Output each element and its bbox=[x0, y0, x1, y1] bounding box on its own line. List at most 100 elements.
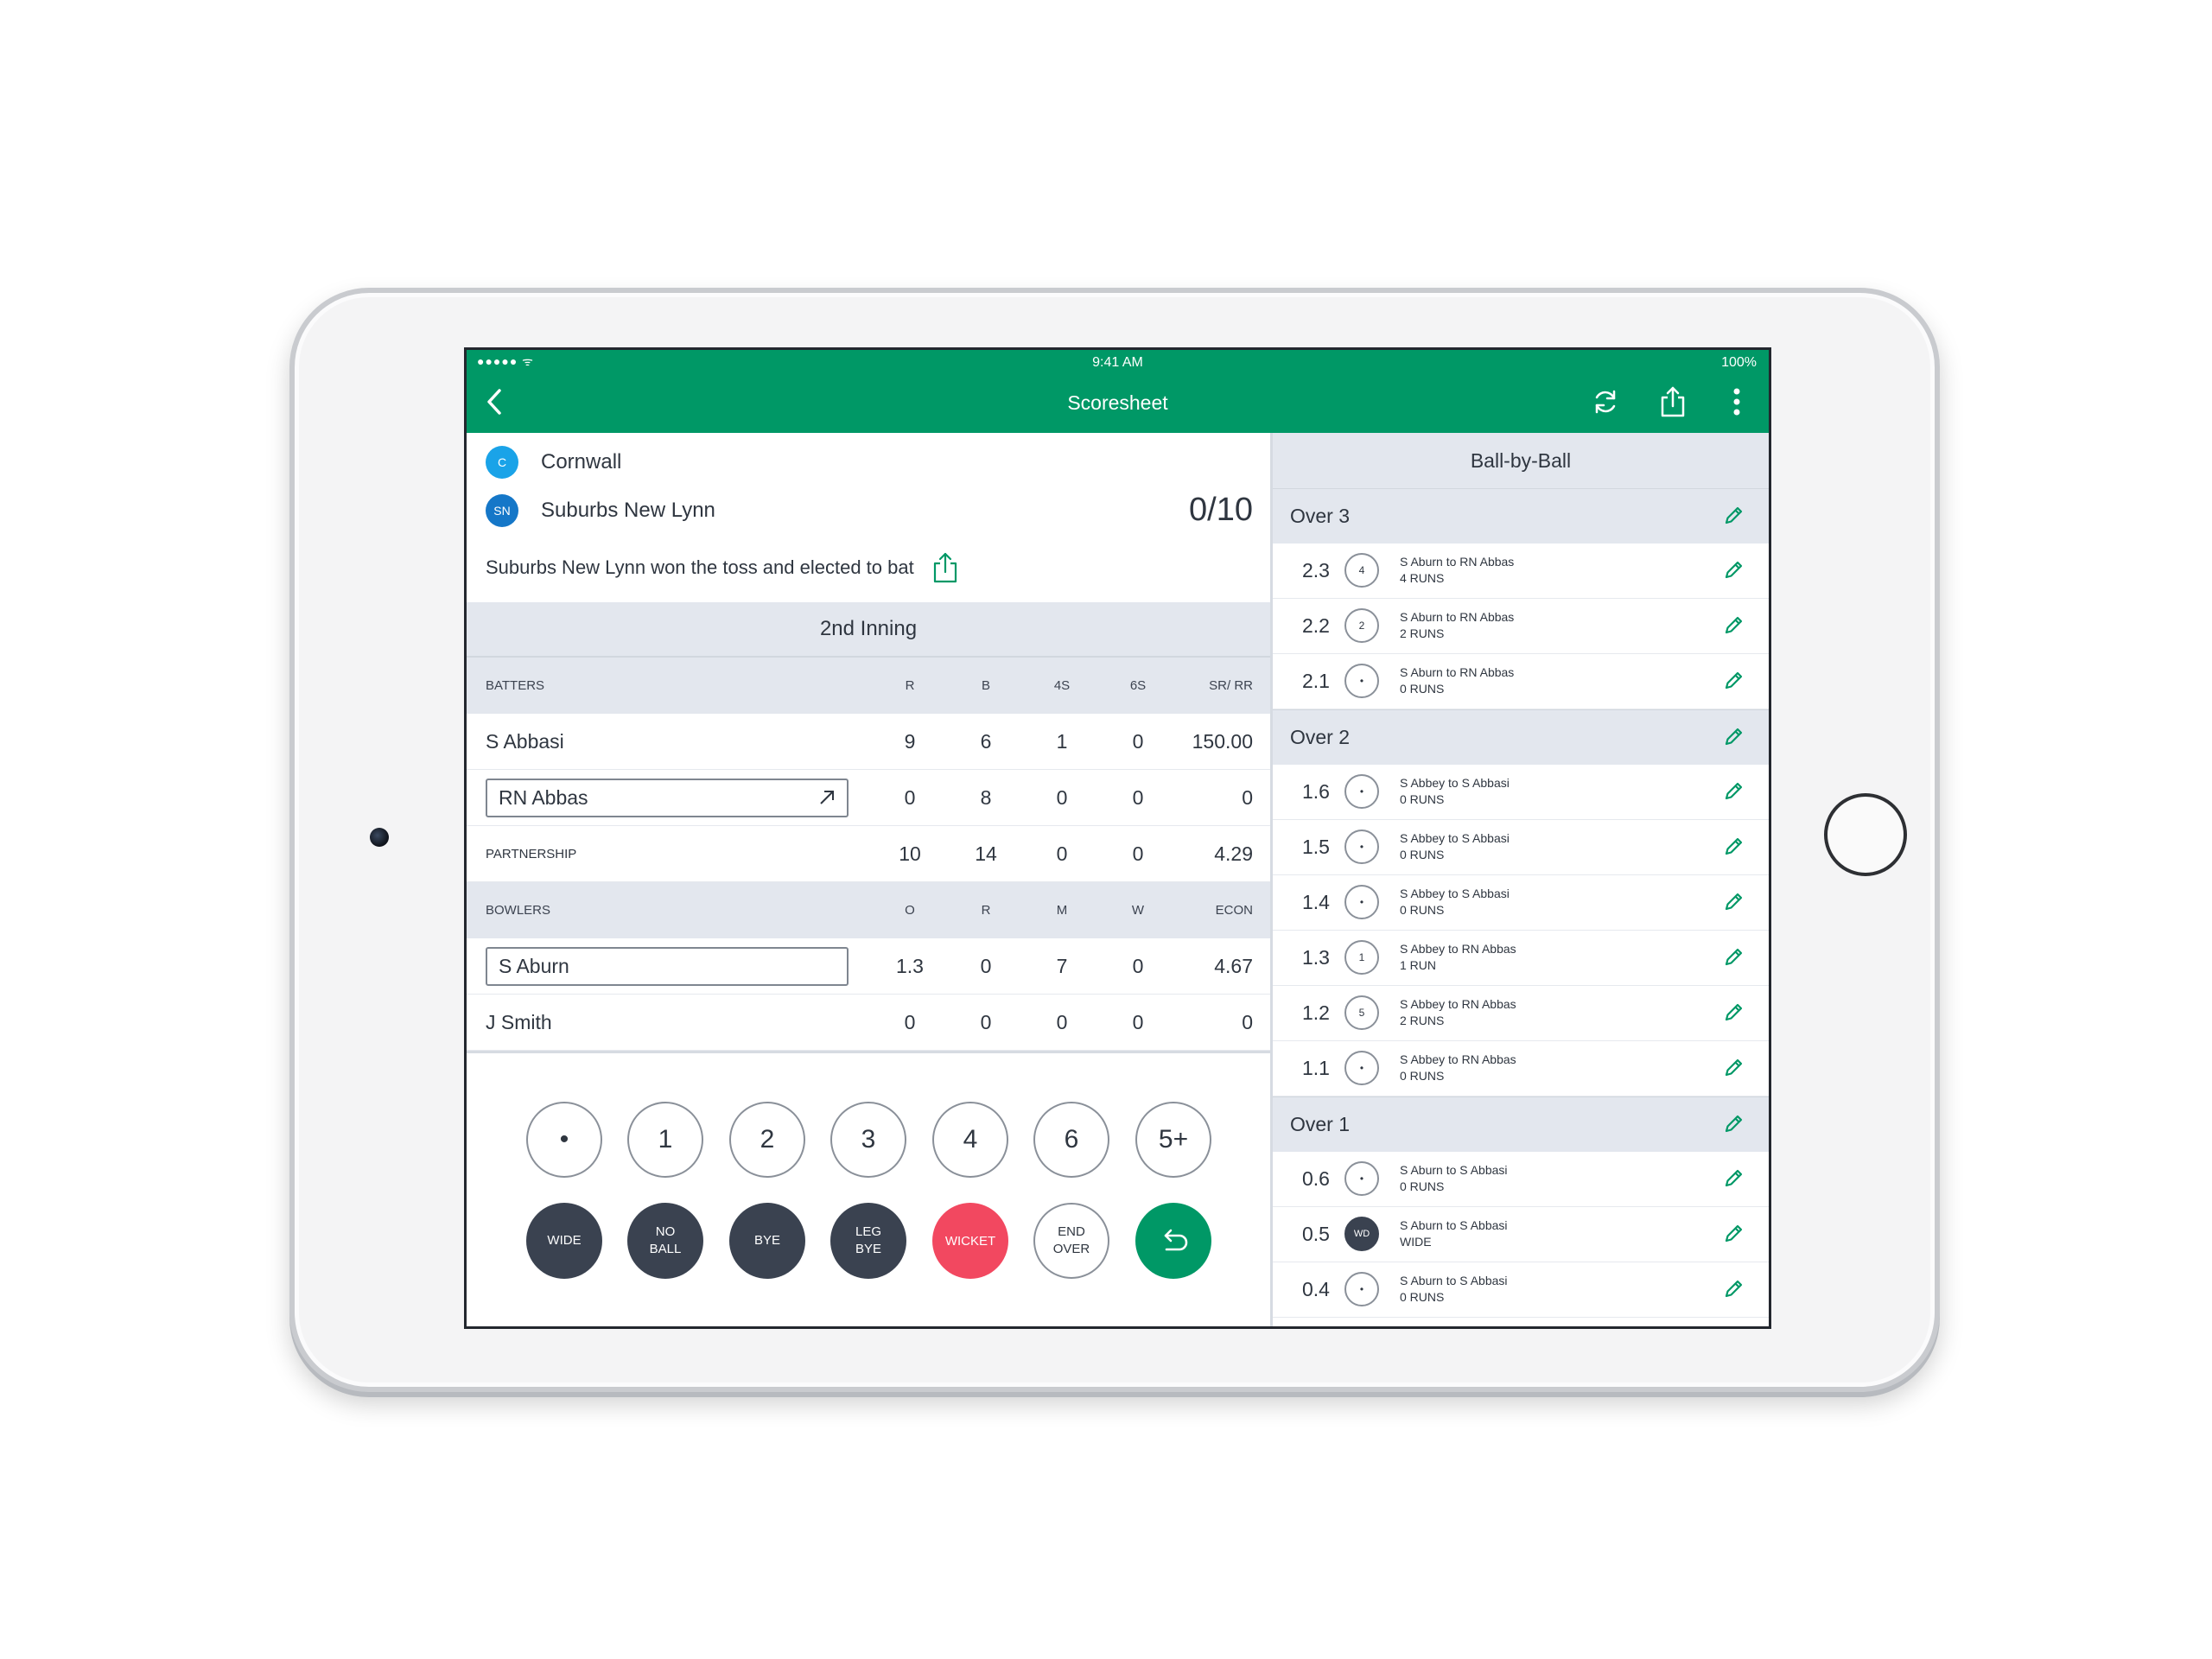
ball-row: 1.3 1 S Abbey to RN Abbas 1 RUN bbox=[1273, 931, 1769, 986]
ball-row: 2.2 2 S Aburn to RN Abbas 2 RUNS bbox=[1273, 599, 1769, 654]
ball-number: 1.3 bbox=[1302, 946, 1330, 969]
edit-icon[interactable] bbox=[1722, 780, 1745, 803]
ball-result-text: WIDE bbox=[1400, 1235, 1432, 1249]
ball-result-marker: 5 bbox=[1344, 995, 1379, 1030]
over-header: Over 3 bbox=[1273, 488, 1769, 543]
current-bowler-field[interactable]: S Aburn bbox=[486, 947, 849, 986]
column-header: R bbox=[905, 678, 915, 693]
front-camera bbox=[370, 828, 389, 847]
ball-result-marker: 4 bbox=[1344, 553, 1379, 588]
edit-icon[interactable] bbox=[1722, 1001, 1745, 1024]
ball-number: 2.3 bbox=[1302, 559, 1330, 582]
ball-bowler-batter: S Abbey to RN Abbas bbox=[1400, 997, 1516, 1011]
batter-name: RN Abbas bbox=[499, 786, 588, 809]
batter-strike-rate: 0 bbox=[1242, 786, 1253, 809]
partnership-runs: 10 bbox=[899, 842, 921, 865]
ball-number: 0.6 bbox=[1302, 1167, 1330, 1190]
home-button[interactable] bbox=[1824, 793, 1907, 876]
edit-icon[interactable] bbox=[1722, 726, 1745, 748]
ball-number: 0.4 bbox=[1302, 1278, 1330, 1300]
striker-field[interactable]: RN Abbas bbox=[486, 779, 849, 817]
over-label: Over 2 bbox=[1290, 726, 1351, 748]
more-options-icon[interactable] bbox=[1718, 383, 1756, 421]
edit-icon[interactable] bbox=[1722, 1057, 1745, 1079]
ball-result-text: 0 RUNS bbox=[1400, 848, 1445, 861]
edit-icon[interactable] bbox=[1722, 505, 1745, 527]
status-bar: ●●●●● ᯤ 9:41 AM 100% bbox=[467, 350, 1769, 374]
ball-result-text: 2 RUNS bbox=[1400, 626, 1445, 640]
wide-button[interactable]: WIDE bbox=[526, 1203, 602, 1279]
ball-bowler-batter: S Aburn to S Abbasi bbox=[1400, 1218, 1508, 1232]
share-icon[interactable] bbox=[930, 550, 961, 585]
ball-description: S Aburn to S Abbasi 0 RUNS bbox=[1400, 1162, 1508, 1195]
ball-row: 1.1 • S Abbey to RN Abbas 0 RUNS bbox=[1273, 1041, 1769, 1096]
ball-row: 0.6 • S Aburn to S Abbasi 0 RUNS bbox=[1273, 1152, 1769, 1207]
edit-icon[interactable] bbox=[1722, 1278, 1745, 1300]
one-run-button[interactable]: 1 bbox=[627, 1102, 703, 1178]
batter-row: RN Abbas 0 8 0 0 0 bbox=[467, 770, 1270, 826]
ball-number: 1.6 bbox=[1302, 780, 1330, 803]
partnership-label: PARTNERSHIP bbox=[486, 847, 577, 861]
edit-icon[interactable] bbox=[1722, 946, 1745, 969]
ball-number: 1.4 bbox=[1302, 891, 1330, 913]
ball-row: 1.4 • S Abbey to S Abbasi 0 RUNS bbox=[1273, 875, 1769, 931]
sync-icon[interactable] bbox=[1586, 383, 1624, 421]
edit-icon[interactable] bbox=[1722, 1223, 1745, 1245]
ball-result-marker: • bbox=[1344, 1051, 1379, 1085]
bye-button[interactable]: BYE bbox=[729, 1203, 805, 1279]
six-runs-button[interactable]: 6 bbox=[1033, 1102, 1109, 1178]
inning-header: 2nd Inning bbox=[467, 602, 1270, 658]
two-runs-button[interactable]: 2 bbox=[729, 1102, 805, 1178]
ball-bowler-batter: S Aburn to RN Abbas bbox=[1400, 610, 1515, 624]
edit-icon[interactable] bbox=[1722, 670, 1745, 692]
ball-result-marker: • bbox=[1344, 885, 1379, 919]
edit-icon[interactable] bbox=[1722, 1113, 1745, 1135]
five-plus-runs-button[interactable]: 5+ bbox=[1135, 1102, 1211, 1178]
edit-icon[interactable] bbox=[1722, 559, 1745, 582]
bowler-overs: 1.3 bbox=[896, 955, 924, 977]
partnership-run-rate: 4.29 bbox=[1214, 842, 1253, 865]
bowler-runs: 0 bbox=[980, 1011, 992, 1033]
three-runs-button[interactable]: 3 bbox=[830, 1102, 906, 1178]
edit-icon[interactable] bbox=[1722, 1167, 1745, 1190]
undo-button[interactable] bbox=[1135, 1203, 1211, 1279]
bowler-row[interactable]: J Smith 0 0 0 0 0 bbox=[467, 995, 1270, 1051]
ball-result-marker: 1 bbox=[1344, 940, 1379, 975]
ball-result-text: 0 RUNS bbox=[1400, 1179, 1445, 1193]
leg-bye-button[interactable]: LEG BYE bbox=[830, 1203, 906, 1279]
battery-level: 100% bbox=[1721, 355, 1757, 370]
end-over-button[interactable]: END OVER bbox=[1033, 1203, 1109, 1279]
edit-icon[interactable] bbox=[1722, 891, 1745, 913]
edit-icon[interactable] bbox=[1722, 836, 1745, 858]
ball-number: 1.1 bbox=[1302, 1057, 1330, 1079]
batter-balls: 6 bbox=[980, 730, 992, 753]
ball-result-text: 1 RUN bbox=[1400, 958, 1437, 972]
ball-description: S Aburn to S Abbasi 0 RUNS bbox=[1400, 1273, 1508, 1306]
ball-by-ball-panel: Ball-by-Ball Over 3 2.3 4 S Aburn to RN Abb… bbox=[1273, 433, 1769, 1326]
bowler-maidens: 0 bbox=[1056, 1011, 1068, 1033]
leg-bye-label-line2: BYE bbox=[855, 1242, 881, 1256]
column-header: M bbox=[1056, 903, 1068, 918]
ball-bowler-batter: S Abbey to S Abbasi bbox=[1400, 887, 1510, 900]
column-header: 4S bbox=[1053, 678, 1071, 693]
column-header: B bbox=[981, 678, 990, 693]
dot-ball-button[interactable]: • bbox=[526, 1102, 602, 1178]
ball-description: S Abbey to S Abbasi 0 RUNS bbox=[1400, 775, 1510, 808]
partnership-balls: 14 bbox=[975, 842, 997, 865]
no-ball-label-line1: NO bbox=[655, 1224, 676, 1239]
ball-bowler-batter: S Aburn to S Abbasi bbox=[1400, 1274, 1508, 1287]
ball-description: S Aburn to RN Abbas 2 RUNS bbox=[1400, 609, 1514, 642]
four-runs-button[interactable]: 4 bbox=[932, 1102, 1008, 1178]
wicket-button[interactable]: WICKET bbox=[932, 1203, 1008, 1279]
edit-icon[interactable] bbox=[1722, 614, 1745, 637]
batter-fours: 0 bbox=[1056, 786, 1068, 809]
ball-bowler-batter: S Aburn to S Abbasi bbox=[1400, 1163, 1508, 1177]
bowler-name: S Aburn bbox=[499, 955, 569, 977]
share-icon[interactable] bbox=[1654, 383, 1692, 421]
ball-row: 2.3 4 S Aburn to RN Abbas 4 RUNS bbox=[1273, 543, 1769, 599]
no-ball-button[interactable]: NO BALL bbox=[627, 1203, 703, 1279]
ball-row: 2.1 • S Aburn to RN Abbas 0 RUNS bbox=[1273, 654, 1769, 709]
column-header: SR/ RR bbox=[1209, 678, 1253, 693]
batter-row[interactable]: S Abbasi 9 6 1 0 150.00 bbox=[467, 714, 1270, 770]
ball-result-marker: • bbox=[1344, 1272, 1379, 1306]
